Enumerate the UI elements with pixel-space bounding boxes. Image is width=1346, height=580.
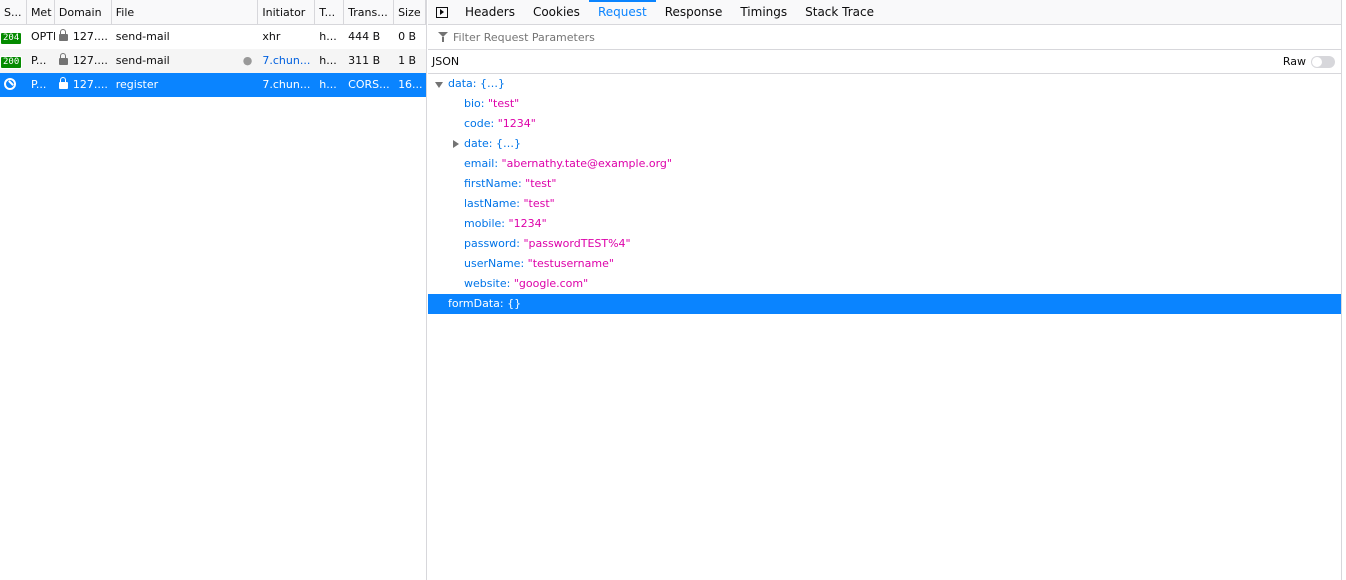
- request-size: 0 B: [398, 30, 417, 43]
- blocked-icon: [4, 78, 16, 90]
- column-domain[interactable]: Domain: [55, 0, 112, 25]
- status-badge: 200: [0, 56, 23, 69]
- request-transferred: 311 B: [348, 54, 381, 67]
- request-size: 16...: [398, 78, 423, 91]
- tree-node-formdata-selected[interactable]: formData: {}: [428, 294, 1341, 314]
- details-tab-bar: Headers Cookies Request Response Timings…: [428, 0, 1341, 25]
- filter-icon: [438, 32, 448, 42]
- request-initiator-link[interactable]: 7.chun...: [258, 49, 315, 73]
- raw-toggle-switch[interactable]: [1311, 55, 1335, 68]
- request-method: P...: [30, 54, 47, 67]
- collapse-arrow-icon[interactable]: [451, 134, 461, 154]
- request-method: P...: [30, 78, 47, 91]
- tree-node[interactable]: userName: "testusername": [428, 254, 1341, 274]
- lock-icon: [58, 53, 68, 65]
- request-initiator-link[interactable]: 7.chun...: [258, 73, 315, 97]
- request-size: 1 B: [398, 54, 417, 67]
- request-initiator: xhr: [262, 30, 281, 43]
- section-label: JSON: [432, 55, 460, 68]
- tab-timings[interactable]: Timings: [731, 0, 796, 25]
- request-domain: 127....: [72, 54, 108, 67]
- request-type: h...: [319, 78, 337, 91]
- request-file: send-mail: [115, 54, 170, 67]
- tree-node-data[interactable]: data: {…}: [428, 74, 1341, 94]
- request-type: h...: [319, 30, 337, 43]
- tree-node[interactable]: code: "1234": [428, 114, 1341, 134]
- status-badge: 204: [0, 32, 23, 45]
- tree-node[interactable]: lastName: "test": [428, 194, 1341, 214]
- request-list-header: S... Met Domain File Initiator T... Tran…: [0, 0, 426, 25]
- filter-bar: [428, 25, 1341, 50]
- tab-response[interactable]: Response: [656, 0, 732, 25]
- json-tree: data: {…} bio: "test" code: "1234" date:…: [428, 74, 1341, 314]
- raw-label: Raw: [1282, 55, 1306, 68]
- tree-node[interactable]: mobile: "1234": [428, 214, 1341, 234]
- column-status[interactable]: S...: [0, 0, 27, 25]
- request-domain: 127....: [72, 78, 108, 91]
- tree-node[interactable]: password: "passwordTEST%4": [428, 234, 1341, 254]
- column-type[interactable]: T...: [315, 0, 345, 25]
- slow-request-turtle-icon: ●: [242, 54, 253, 67]
- column-transferred[interactable]: Trans...: [344, 0, 395, 25]
- tree-node[interactable]: bio: "test": [428, 94, 1341, 114]
- request-row[interactable]: 200 P... 127.... send-mail ● 7.chun... h.…: [0, 49, 426, 73]
- filter-request-parameters-input[interactable]: [453, 30, 753, 44]
- tab-stack-trace[interactable]: Stack Trace: [796, 0, 883, 25]
- tree-node[interactable]: firstName: "test": [428, 174, 1341, 194]
- request-row[interactable]: 204 OPTI 127.... send-mail xhr h... 444 …: [0, 25, 426, 49]
- tab-cookies[interactable]: Cookies: [524, 0, 589, 25]
- request-type: h...: [319, 54, 337, 67]
- column-method[interactable]: Met: [27, 0, 55, 25]
- request-domain: 127....: [72, 30, 108, 43]
- request-details-panel: Headers Cookies Request Response Timings…: [428, 0, 1342, 580]
- request-file: send-mail: [115, 30, 170, 43]
- column-initiator[interactable]: Initiator: [258, 0, 316, 25]
- tab-request[interactable]: Request: [588, 0, 656, 25]
- lock-icon: [58, 77, 68, 89]
- tab-headers[interactable]: Headers: [456, 0, 524, 25]
- column-file[interactable]: File: [112, 0, 259, 25]
- request-transferred: CORS...: [348, 78, 390, 91]
- tree-node[interactable]: website: "google.com": [428, 274, 1341, 294]
- request-method: OPTI: [30, 30, 55, 43]
- tree-node[interactable]: email: "abernathy.tate@example.org": [428, 154, 1341, 174]
- toggle-sidebar-icon[interactable]: [436, 6, 448, 18]
- json-section-header: JSON Raw: [428, 50, 1341, 74]
- lock-icon: [58, 29, 68, 41]
- request-list-panel: S... Met Domain File Initiator T... Tran…: [0, 0, 427, 580]
- request-transferred: 444 B: [348, 30, 381, 43]
- request-file: register: [115, 78, 159, 91]
- tree-node-date[interactable]: date: {…}: [428, 134, 1341, 154]
- column-size[interactable]: Size: [394, 0, 426, 25]
- request-row-selected[interactable]: P... 127.... register 7.chun... h... COR…: [0, 73, 426, 97]
- expand-arrow-icon[interactable]: [435, 74, 445, 94]
